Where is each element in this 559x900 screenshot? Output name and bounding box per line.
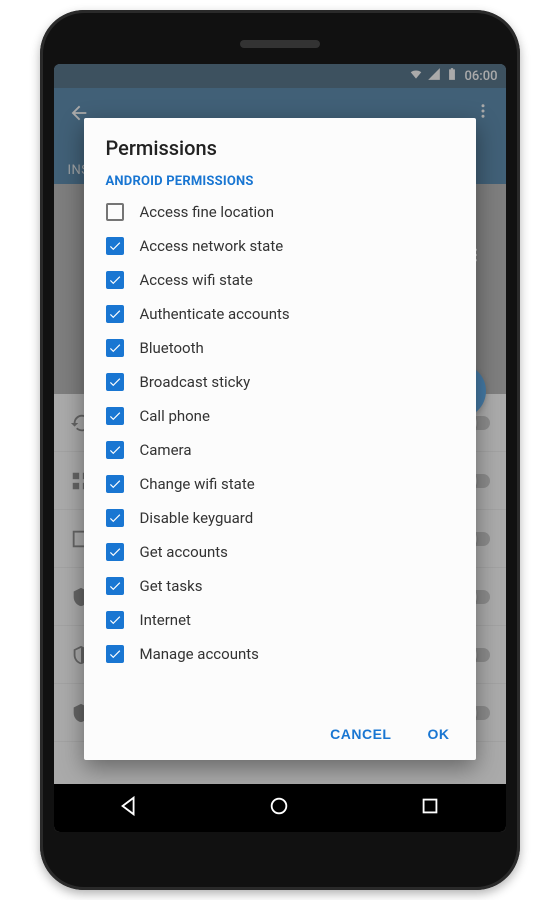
- permission-row[interactable]: Change wifi state: [84, 467, 476, 501]
- phone-speaker: [240, 40, 320, 48]
- permission-label: Manage accounts: [140, 645, 259, 663]
- permission-checkbox[interactable]: [106, 475, 124, 493]
- permission-row[interactable]: Call phone: [84, 399, 476, 433]
- nav-home-icon[interactable]: [268, 795, 290, 821]
- permission-checkbox[interactable]: [106, 611, 124, 629]
- permissions-list[interactable]: Access fine location Access network state…: [84, 195, 476, 710]
- permission-label: Access wifi state: [140, 271, 253, 289]
- permission-row[interactable]: Disable keyguard: [84, 501, 476, 535]
- permission-checkbox[interactable]: [106, 509, 124, 527]
- permission-label: Authenticate accounts: [140, 305, 290, 323]
- permission-row[interactable]: Camera: [84, 433, 476, 467]
- nav-recents-icon[interactable]: [419, 795, 441, 821]
- permission-checkbox[interactable]: [106, 305, 124, 323]
- phone-frame: 06:00 INSTA Permissions ANDROID: [40, 10, 520, 890]
- permission-row[interactable]: Access wifi state: [84, 263, 476, 297]
- permission-row[interactable]: Get tasks: [84, 569, 476, 603]
- permission-checkbox[interactable]: [106, 645, 124, 663]
- permission-label: Camera: [140, 441, 192, 459]
- permission-row[interactable]: Manage accounts: [84, 637, 476, 671]
- android-nav-bar: [54, 784, 506, 832]
- permission-label: Change wifi state: [140, 475, 255, 493]
- dialog-section-header: ANDROID PERMISSIONS: [84, 164, 476, 195]
- permission-label: Access fine location: [140, 203, 275, 221]
- permission-checkbox[interactable]: [106, 339, 124, 357]
- permission-label: Disable keyguard: [140, 509, 254, 527]
- cancel-button[interactable]: CANCEL: [326, 720, 395, 748]
- permission-checkbox[interactable]: [106, 373, 124, 391]
- permission-checkbox[interactable]: [106, 543, 124, 561]
- permission-row[interactable]: Internet: [84, 603, 476, 637]
- permission-label: Get tasks: [140, 577, 203, 595]
- nav-back-icon[interactable]: [118, 795, 140, 821]
- permission-label: Internet: [140, 611, 191, 629]
- screen: 06:00 INSTA Permissions ANDROID: [54, 64, 506, 832]
- permission-row[interactable]: Bluetooth: [84, 331, 476, 365]
- permission-checkbox[interactable]: [106, 577, 124, 595]
- permission-label: Access network state: [140, 237, 284, 255]
- ok-button[interactable]: OK: [424, 720, 454, 748]
- permission-row[interactable]: Access network state: [84, 229, 476, 263]
- permission-label: Get accounts: [140, 543, 228, 561]
- permission-label: Broadcast sticky: [140, 373, 251, 391]
- permission-row[interactable]: Broadcast sticky: [84, 365, 476, 399]
- dialog-actions: CANCEL OK: [84, 710, 476, 754]
- permission-checkbox[interactable]: [106, 237, 124, 255]
- permission-checkbox[interactable]: [106, 203, 124, 221]
- permission-row[interactable]: Access fine location: [84, 195, 476, 229]
- dialog-title: Permissions: [84, 136, 476, 164]
- permission-row[interactable]: Get accounts: [84, 535, 476, 569]
- permission-label: Bluetooth: [140, 339, 204, 357]
- permission-checkbox[interactable]: [106, 441, 124, 459]
- permission-label: Call phone: [140, 407, 210, 425]
- permissions-dialog: Permissions ANDROID PERMISSIONS Access f…: [84, 118, 476, 760]
- permission-checkbox[interactable]: [106, 407, 124, 425]
- permission-row[interactable]: Authenticate accounts: [84, 297, 476, 331]
- permission-checkbox[interactable]: [106, 271, 124, 289]
